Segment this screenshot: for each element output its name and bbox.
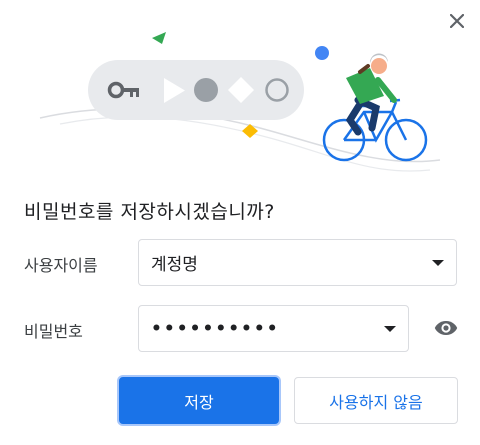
circle-shape [194,78,218,102]
username-label: 사용자이름 [24,256,98,275]
save-password-dialog: 비밀번호를 저장하시겠습니까? 사용자이름 계정명 비밀번호 •••••••••… [0,0,480,445]
password-value: •••••••••• [151,318,280,339]
username-value: 계정명 [151,255,198,275]
close-icon [450,14,464,28]
chevron-down-icon [384,325,396,332]
show-password-button[interactable] [432,316,460,340]
username-dropdown[interactable]: 계정명 [138,239,457,286]
never-save-button[interactable]: 사용하지 않음 [294,377,458,424]
chevron-down-icon [432,259,444,266]
cyclist-illustration [39,32,441,172]
save-button[interactable]: 저장 [119,377,279,424]
password-label: 비밀번호 [24,322,83,341]
dialog-title: 비밀번호를 저장하시겠습니까? [24,201,275,223]
eye-icon [434,321,458,335]
close-button[interactable] [444,8,470,34]
password-dropdown[interactable]: •••••••••• [138,305,409,352]
